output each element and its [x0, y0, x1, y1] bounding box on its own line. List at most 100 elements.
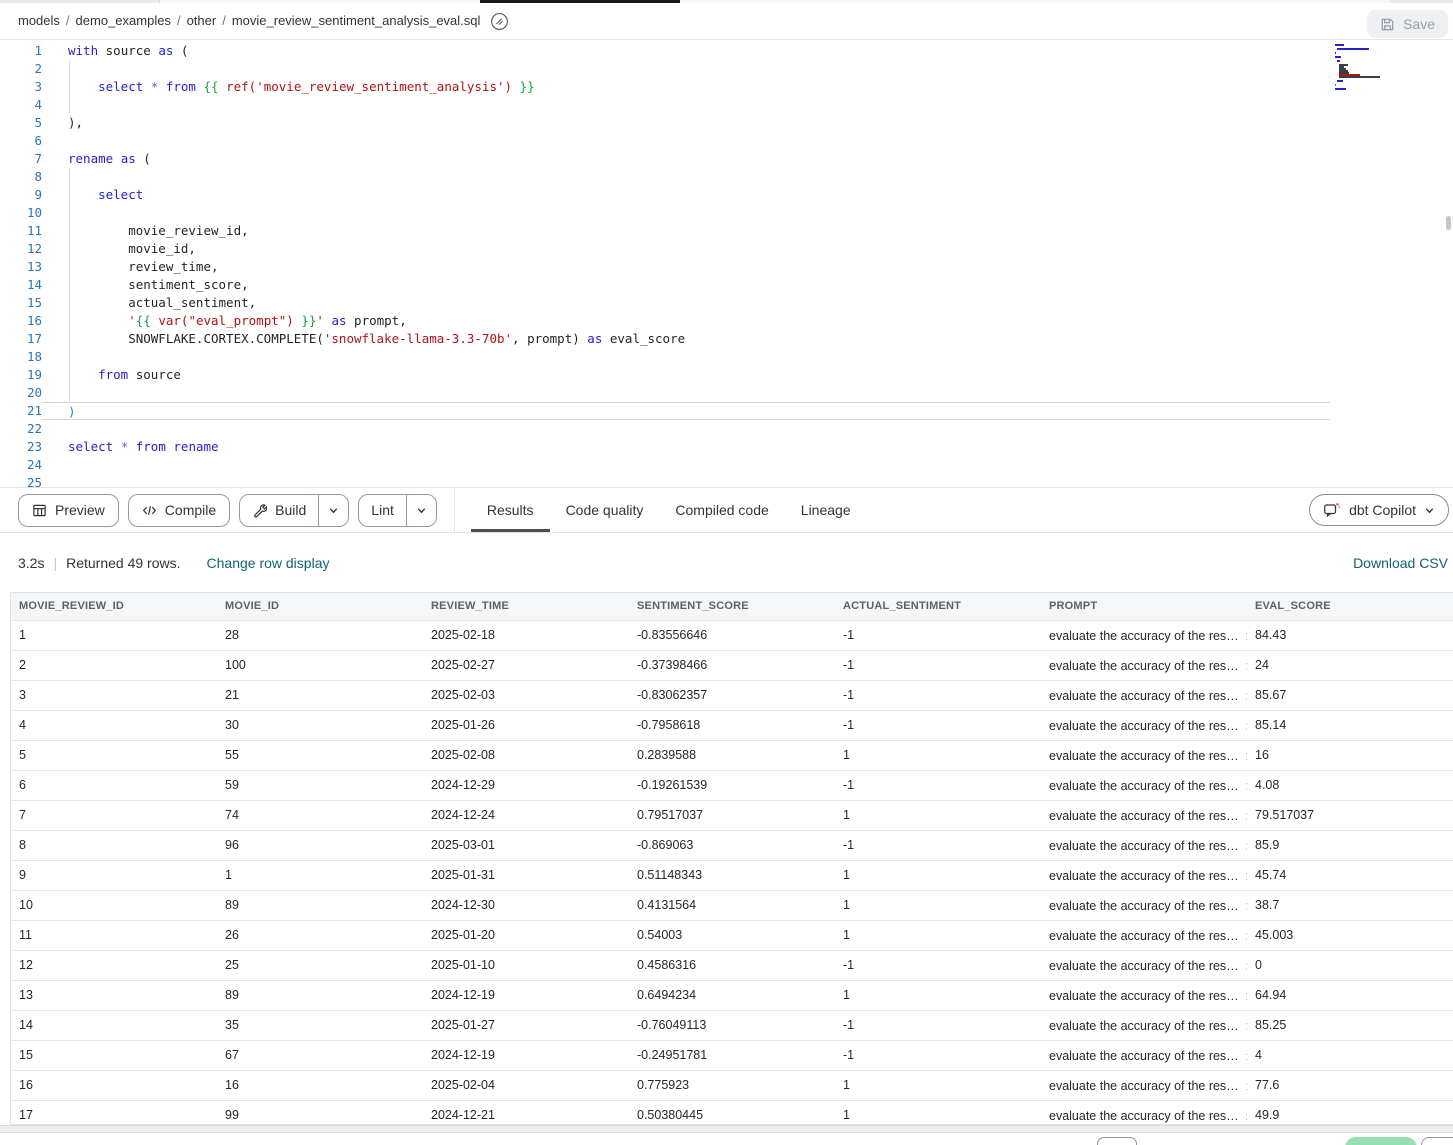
bottom-bar-button[interactable] — [1097, 1137, 1137, 1145]
bottom-primary-pill-button[interactable] — [1345, 1137, 1417, 1145]
save-label: Save — [1403, 16, 1435, 32]
code-line[interactable]: 23select * from rename — [0, 438, 1453, 456]
cell: 2024-12-19 — [423, 1040, 629, 1070]
preview-button[interactable]: Preview — [18, 494, 119, 527]
code-line[interactable]: 22 — [0, 420, 1453, 438]
code-line[interactable]: 3 select * from {{ ref('movie_review_sen… — [0, 78, 1453, 96]
prompt-expand-icon[interactable]: › — [1246, 926, 1247, 944]
prompt-expand-icon[interactable]: › — [1246, 956, 1247, 974]
prompt-preview-text: evaluate the accuracy of the res… — [1049, 809, 1239, 823]
breadcrumb-segment[interactable]: demo_examples — [76, 13, 171, 28]
lint-dropdown-button[interactable] — [406, 495, 436, 526]
compile-label: Compile — [165, 502, 216, 518]
code-line[interactable]: 24 — [0, 456, 1453, 474]
line-number: 13 — [0, 258, 42, 276]
code-line[interactable]: 14 sentiment_score, — [0, 276, 1453, 294]
build-button[interactable]: Build — [240, 495, 318, 526]
breadcrumb-separator: / — [66, 13, 70, 28]
prompt-expand-icon[interactable]: › — [1246, 1016, 1247, 1034]
prompt-expand-icon[interactable]: › — [1246, 1076, 1247, 1094]
horizontal-scrollbar-track[interactable] — [0, 1125, 1453, 1133]
line-number: 25 — [0, 474, 42, 487]
code-line[interactable]: 16 '{{ var("eval_prompt") }}' as prompt, — [0, 312, 1453, 330]
prompt-expand-icon[interactable]: › — [1246, 896, 1247, 914]
code-line[interactable]: 6 — [0, 132, 1453, 150]
table-row: 4302025-01-26-0.7958618-1evaluate the ac… — [11, 710, 1453, 740]
prompt-expand-icon[interactable]: › — [1246, 836, 1247, 854]
cell: 0.775923 — [629, 1070, 835, 1100]
breadcrumb-segment[interactable]: models — [18, 13, 60, 28]
editor-scrollbar-thumb[interactable] — [1446, 216, 1451, 230]
code-line[interactable]: 13 review_time, — [0, 258, 1453, 276]
compile-button[interactable]: Compile — [128, 494, 230, 527]
prompt-expand-icon[interactable]: › — [1246, 626, 1247, 644]
bottom-secondary-button[interactable] — [1421, 1137, 1453, 1145]
code-line[interactable]: 4 — [0, 96, 1453, 114]
breadcrumb-segment[interactable]: movie_review_sentiment_analysis_eval.sql — [232, 13, 481, 28]
code-line[interactable]: 5), — [0, 114, 1453, 132]
prompt-expand-icon[interactable]: › — [1246, 1106, 1247, 1124]
lint-button[interactable]: Lint — [359, 495, 406, 526]
code-line[interactable]: 11 movie_review_id, — [0, 222, 1453, 240]
code-line[interactable]: 12 movie_id, — [0, 240, 1453, 258]
code-line[interactable]: 2 — [0, 60, 1453, 78]
line-number: 7 — [0, 150, 42, 168]
prompt-cell: evaluate the accuracy of the res…› — [1041, 890, 1247, 920]
code-line[interactable]: 19 from source — [0, 366, 1453, 384]
cell: 2025-02-03 — [423, 680, 629, 710]
change-row-display-link[interactable]: Change row display — [207, 555, 330, 571]
cell: 2024-12-24 — [423, 800, 629, 830]
code-line[interactable]: 1with source as ( — [0, 42, 1453, 60]
prompt-cell: evaluate the accuracy of the res… › — [1041, 800, 1247, 830]
tab-lineage[interactable]: Lineage — [785, 488, 867, 532]
prompt-expand-icon[interactable]: › — [1246, 986, 1247, 1004]
chevron-down-icon — [416, 505, 427, 516]
code-line[interactable]: 21) — [0, 402, 1453, 420]
code-line[interactable]: 8 — [0, 168, 1453, 186]
save-button[interactable]: Save — [1367, 10, 1448, 38]
prompt-expand-icon[interactable]: › — [1246, 806, 1247, 824]
prompt-expand-icon[interactable]: › — [1246, 656, 1247, 674]
prompt-expand-icon[interactable]: › — [1246, 686, 1247, 704]
cell: 13 — [11, 980, 217, 1010]
code-icon — [142, 503, 157, 518]
prompt-expand-icon[interactable]: › — [1246, 746, 1247, 764]
download-csv-link[interactable]: Download CSV — [1353, 555, 1448, 571]
table-row: 3212025-02-03-0.83062357-1evaluate the a… — [11, 680, 1453, 710]
code-line[interactable]: 9 select — [0, 186, 1453, 204]
tab-compiled-code[interactable]: Compiled code — [659, 488, 784, 532]
code-line[interactable]: 7rename as ( — [0, 150, 1453, 168]
code-line[interactable]: 10 — [0, 204, 1453, 222]
cell: 26 — [217, 920, 423, 950]
breadcrumb-segment[interactable]: other — [187, 13, 217, 28]
code-line[interactable]: 18 — [0, 348, 1453, 366]
build-dropdown-button[interactable] — [318, 495, 348, 526]
format-file-button[interactable] — [490, 12, 509, 31]
cell: -1 — [835, 1040, 1041, 1070]
code-editor[interactable]: 1with source as (23 select * from {{ ref… — [0, 40, 1453, 487]
table-row: 16162025-02-040.7759231evaluate the accu… — [11, 1070, 1453, 1100]
code-line[interactable]: 20 — [0, 384, 1453, 402]
cell: 8 — [11, 830, 217, 860]
code-line[interactable]: 25 — [0, 474, 1453, 487]
prompt-preview-text: evaluate the accuracy of the res… — [1049, 1049, 1239, 1063]
prompt-cell: evaluate the accuracy of the res…› — [1041, 1010, 1247, 1040]
prompt-preview-text: evaluate the accuracy of the res… — [1049, 929, 1239, 943]
prompt-cell: evaluate the accuracy of the res…› — [1041, 950, 1247, 980]
prompt-expand-icon[interactable]: › — [1246, 776, 1247, 794]
line-number: 1 — [0, 42, 42, 60]
prompt-expand-icon[interactable]: › — [1246, 866, 1247, 884]
tab-results[interactable]: Results — [471, 488, 550, 532]
toolbar-divider — [454, 488, 455, 532]
code-line[interactable]: 15 actual_sentiment, — [0, 294, 1453, 312]
prompt-expand-icon[interactable]: › — [1246, 716, 1247, 734]
cell: 100 — [217, 650, 423, 680]
code-line[interactable]: 17 SNOWFLAKE.CORTEX.COMPLETE('snowflake-… — [0, 330, 1453, 348]
prompt-expand-icon[interactable]: › — [1246, 1046, 1247, 1064]
results-table: MOVIE_REVIEW_IDMOVIE_IDREVIEW_TIMESENTIM… — [11, 593, 1453, 1125]
dbt-copilot-button[interactable]: dbt Copilot — [1309, 494, 1449, 526]
cell: 24 — [1247, 650, 1453, 680]
minimap[interactable] — [1335, 44, 1435, 94]
cell: 4 — [11, 710, 217, 740]
tab-code-quality[interactable]: Code quality — [550, 488, 660, 532]
